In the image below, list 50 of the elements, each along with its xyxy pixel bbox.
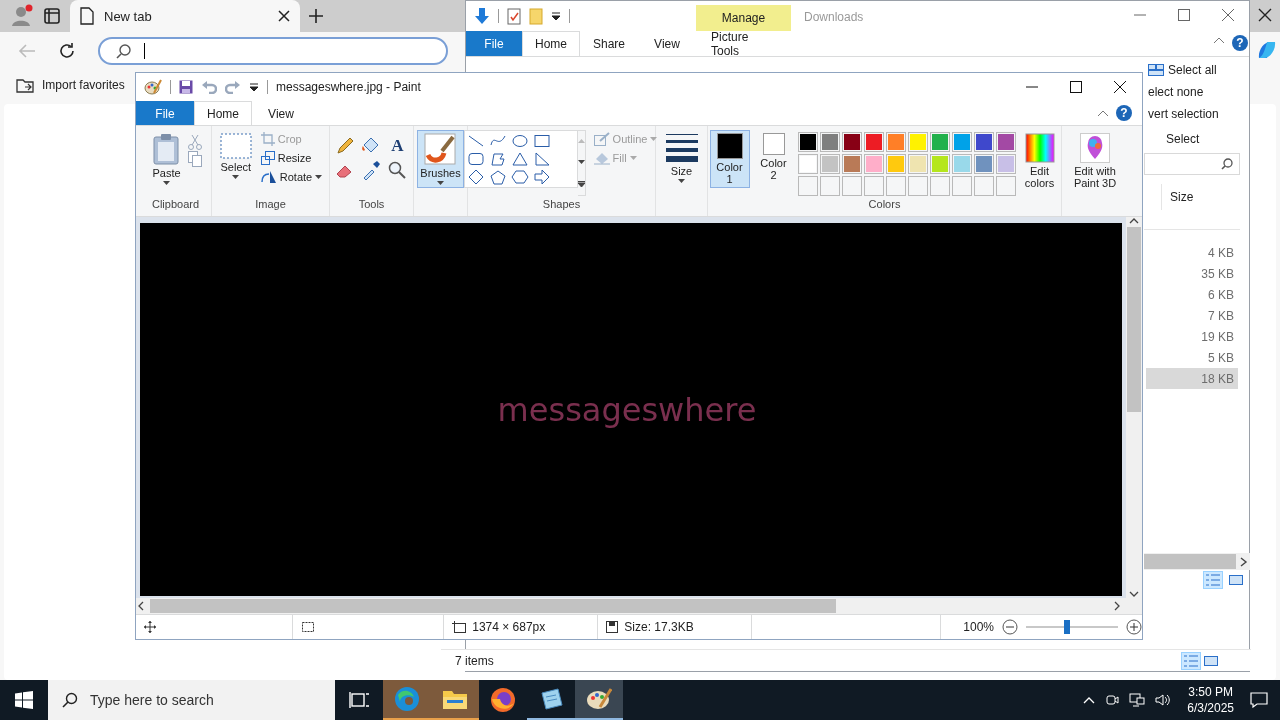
select-command[interactable]: vert selection xyxy=(1148,107,1219,121)
size-cell[interactable]: 18 KB xyxy=(1146,368,1238,389)
favorites-button[interactable]: Import favorites xyxy=(12,75,129,95)
color-slot-button[interactable]: Color 2 xyxy=(753,130,794,184)
group-label: Select xyxy=(1166,132,1200,146)
size-cell[interactable]: 4 KB xyxy=(1146,242,1238,263)
size-button[interactable]: Size xyxy=(662,130,701,186)
ribbon-tab[interactable]: View xyxy=(252,101,310,125)
group-label: Clipboard xyxy=(150,198,201,212)
ribbon-tab[interactable]: File xyxy=(466,31,522,56)
file-size: Size: 17.3KB xyxy=(624,620,694,634)
paint-3d-button[interactable]: Edit with Paint 3D xyxy=(1064,130,1126,192)
image-command[interactable]: Rotate xyxy=(258,168,325,186)
window-title: messageswhere.jpg - Paint xyxy=(276,80,422,94)
status-text: 7 items xyxy=(455,653,494,668)
size-cell[interactable]: 35 KB xyxy=(1146,263,1238,284)
ribbon-tab[interactable]: Home xyxy=(522,31,580,56)
image-dimensions: 1374 × 687px xyxy=(472,620,546,634)
size-cell[interactable]: 7 KB xyxy=(1146,305,1238,326)
zoom-level: 100% xyxy=(963,620,994,634)
group-label: Image xyxy=(254,198,287,212)
ribbon-tab[interactable]: Home xyxy=(194,101,252,125)
edit-colors-button[interactable]: Edit colors xyxy=(1019,130,1060,192)
window-title: Downloads xyxy=(804,10,864,24)
group-label: Colors xyxy=(867,198,902,212)
size-cell[interactable]: 19 KB xyxy=(1146,326,1238,347)
size-cell[interactable]: 5 KB xyxy=(1146,347,1238,368)
paste-button[interactable]: Paste xyxy=(149,130,184,188)
select-button[interactable]: Select xyxy=(216,130,255,182)
help-button[interactable]: ? xyxy=(1232,35,1248,51)
clock[interactable]: 3:50 PM 6/3/2025 xyxy=(1181,684,1240,716)
ribbon-tab[interactable]: Share xyxy=(580,31,638,56)
brushes-button[interactable]: Brushes xyxy=(417,130,464,188)
image-command[interactable]: Resize xyxy=(258,149,325,167)
group-label: Shapes xyxy=(541,198,582,212)
help-button[interactable]: ? xyxy=(1116,105,1132,121)
color-slot-button[interactable]: Color 1 xyxy=(709,130,750,188)
ribbon-tab[interactable]: View xyxy=(638,31,696,56)
size-cell[interactable]: 6 KB xyxy=(1146,284,1238,305)
taskbar-search-field[interactable]: Type here to search xyxy=(48,680,335,720)
column-header[interactable]: Size xyxy=(1161,184,1250,210)
text-tool[interactable]: A xyxy=(386,136,409,156)
context-tab-header: Manage xyxy=(696,5,791,31)
select-command[interactable]: elect none xyxy=(1148,85,1204,99)
group-label: Tools xyxy=(357,198,386,212)
ribbon-tab[interactable]: Picture Tools xyxy=(696,31,791,56)
image-text: messageswhere xyxy=(497,390,757,429)
browser-tab[interactable]: New tab xyxy=(70,0,300,32)
select-command[interactable]: Select all xyxy=(1168,63,1217,77)
ribbon-tab[interactable]: File xyxy=(136,101,194,125)
